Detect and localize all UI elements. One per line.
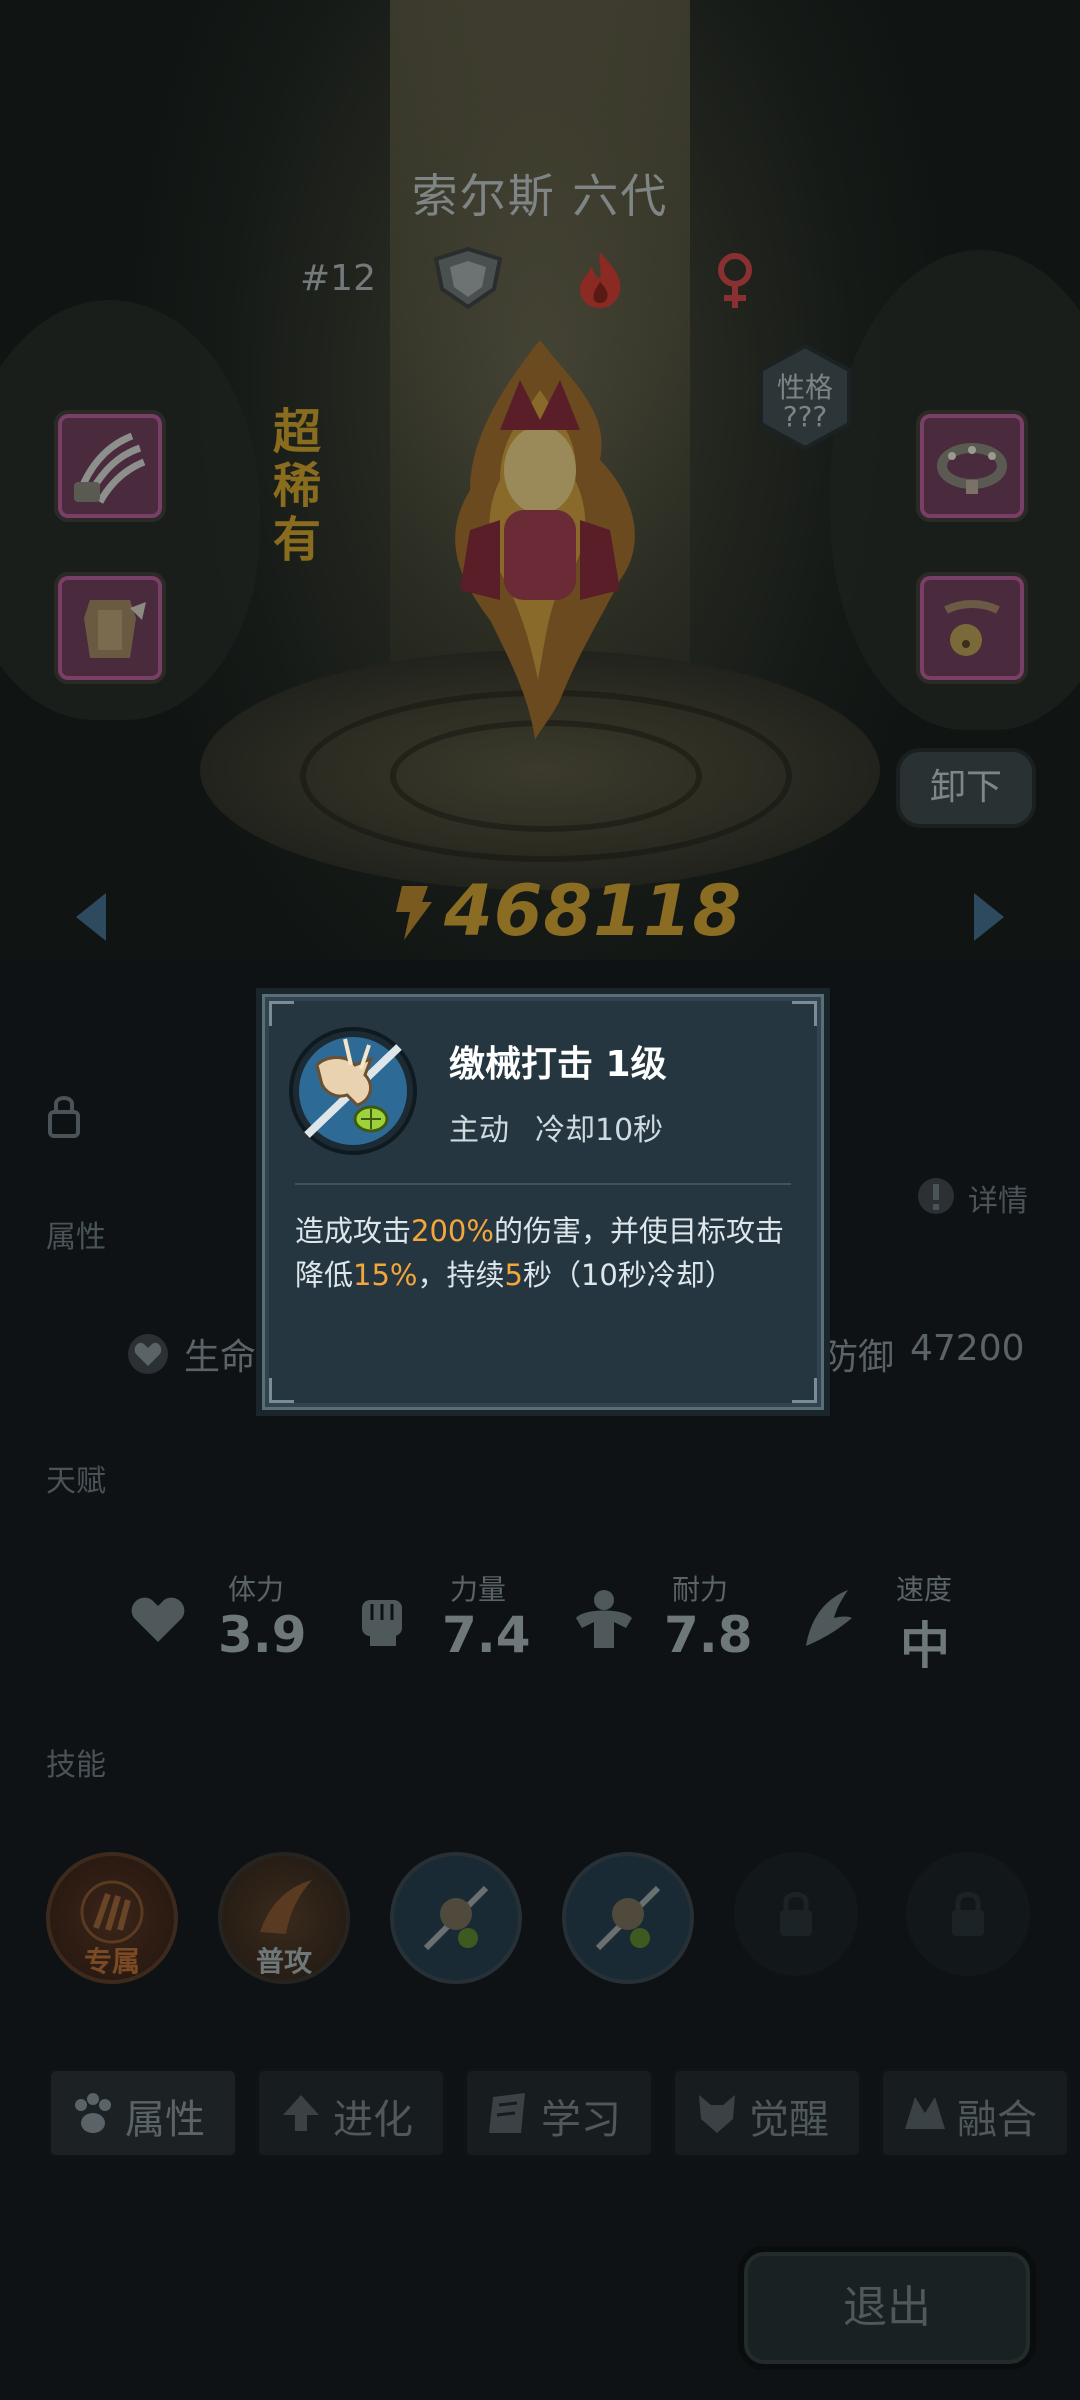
personality-badge[interactable]: 性格 ???: [755, 342, 855, 452]
wing-speed-icon: [806, 1590, 852, 1646]
desc-text: 造成攻击: [295, 1214, 412, 1248]
stat-value-strength: 7.4: [442, 1606, 531, 1664]
lock-icon: [780, 1892, 812, 1936]
tab-fuse[interactable]: 融合: [880, 2068, 1070, 2158]
popup-corner: [269, 1001, 294, 1026]
skill-basic-attack-label: 普攻: [255, 1945, 312, 1978]
skill-disarm-2[interactable]: [562, 1852, 694, 1984]
spiked-collar-icon: [937, 443, 1007, 494]
tab-evolve-label: 进化: [333, 2097, 413, 2143]
skills-section-label: 技能: [46, 1748, 106, 1783]
chest-armor-icon: [84, 600, 146, 658]
shield-class-icon[interactable]: [428, 245, 508, 311]
tab-attributes-label: 属性: [125, 2097, 205, 2143]
disarm-strike-icon: [595, 1885, 661, 1951]
detail-button[interactable]: 详情: [916, 1174, 1056, 1220]
personality-value: ???: [782, 400, 828, 433]
tab-learn[interactable]: 学习: [464, 2068, 654, 2158]
skill-tooltip-popup[interactable]: 缴械打击 1级 主动 冷却10秒 造成攻击200%的伤害，并使目标攻击降低15%，…: [262, 994, 824, 1410]
info-icon: [918, 1178, 954, 1214]
book-icon: [489, 2093, 525, 2133]
skill-basic-attack[interactable]: 普攻: [218, 1852, 350, 1984]
defense-value: 47200: [910, 1328, 1025, 1369]
desc-highlight-damage: 200%: [411, 1214, 494, 1248]
tab-learn-label: 学习: [541, 2097, 621, 2143]
popup-corner: [269, 1378, 294, 1403]
desc-highlight-debuff: 15%: [353, 1258, 418, 1292]
hp-label: 生命: [184, 1337, 257, 1378]
stat-label-endurance: 耐力: [672, 1573, 729, 1606]
hero-character[interactable]: [400, 320, 680, 740]
lock-icon[interactable]: [46, 1092, 82, 1138]
tab-fuse-label: 融合: [957, 2097, 1037, 2143]
desc-text: ，持续: [417, 1258, 505, 1292]
previous-hero-arrow-icon[interactable]: [76, 893, 106, 941]
equipment-slot-armor[interactable]: [54, 572, 166, 684]
tab-awaken-label: 觉醒: [749, 2097, 829, 2143]
skill-exclusive[interactable]: 专属: [46, 1852, 178, 1984]
exit-button[interactable]: 退出: [738, 2246, 1036, 2370]
hero-scene: 索尔斯 六代 #12 超稀有 性格 ??? 卸下 468118: [0, 0, 1080, 960]
skill-cooldown: 冷却10秒: [535, 1113, 664, 1148]
disarm-strike-skill-icon: [289, 1027, 417, 1155]
up-arrow-icon: [283, 2095, 319, 2131]
bell-accessory-icon: [944, 600, 1000, 656]
popup-corner: [792, 1001, 817, 1026]
rarity-label: 超稀有: [272, 404, 321, 568]
next-hero-arrow-icon[interactable]: [974, 893, 1004, 941]
skill-type: 主动: [449, 1113, 509, 1148]
equipment-slot-collar[interactable]: [916, 410, 1028, 522]
detail-label: 详情: [968, 1184, 1028, 1219]
popup-divider: [295, 1183, 791, 1185]
skill-meta: 主动 冷却10秒: [449, 1105, 689, 1149]
heart-stamina-icon: [131, 1597, 185, 1642]
slash-skill-icon: [260, 1880, 312, 1934]
skill-locked-1[interactable]: [734, 1852, 858, 1976]
hero-name: 索尔斯 六代: [411, 169, 669, 223]
fusion-icon: [905, 2097, 945, 2129]
defense-label: 防御: [822, 1337, 895, 1378]
talent-section-label: 天赋: [46, 1464, 106, 1499]
fist-strength-icon: [362, 1600, 402, 1646]
skill-description: 造成攻击200%的伤害，并使目标攻击降低15%，持续5秒（10秒冷却）: [295, 1209, 795, 1297]
female-gender-icon: [718, 253, 752, 308]
attributes-section-label: 属性: [46, 1220, 106, 1255]
equipment-slot-claw[interactable]: [54, 410, 166, 522]
unequip-button[interactable]: 卸下: [896, 748, 1036, 828]
fire-element-icon[interactable]: [572, 248, 628, 310]
equipment-slot-bell[interactable]: [916, 572, 1028, 684]
tab-evolve[interactable]: 进化: [256, 2068, 446, 2158]
skill-exclusive-label: 专属: [83, 1945, 140, 1978]
paw-icon: [75, 2093, 111, 2133]
stat-label-stamina: 体力: [228, 1573, 285, 1606]
desc-text: 秒（10秒冷却）: [522, 1258, 734, 1292]
lock-icon: [952, 1892, 984, 1936]
skill-disarm-1[interactable]: [390, 1852, 522, 1984]
stat-value-endurance: 7.8: [664, 1606, 753, 1664]
tab-awaken[interactable]: 觉醒: [672, 2068, 862, 2158]
popup-corner: [792, 1378, 817, 1403]
combat-power-value: 468118: [444, 870, 743, 952]
wolf-head-icon: [699, 2095, 735, 2133]
skill-locked-2[interactable]: [906, 1852, 1030, 1976]
stat-value-speed: 中: [900, 1617, 950, 1675]
power-icon: [396, 886, 432, 940]
muscle-endurance-icon: [576, 1590, 632, 1648]
skill-title: 缴械打击 1级: [449, 1044, 667, 1085]
stat-label-speed: 速度: [896, 1573, 953, 1606]
disarm-strike-icon: [423, 1885, 489, 1951]
hero-rank: #12: [300, 258, 376, 299]
heart-icon: [128, 1334, 168, 1374]
stat-label-strength: 力量: [450, 1573, 507, 1606]
tab-attributes[interactable]: 属性: [48, 2068, 238, 2158]
stat-value-stamina: 3.9: [218, 1606, 307, 1664]
claw-weapon-icon: [74, 432, 146, 504]
claw-skill-icon: [80, 1880, 144, 1944]
desc-highlight-duration: 5: [504, 1258, 523, 1292]
